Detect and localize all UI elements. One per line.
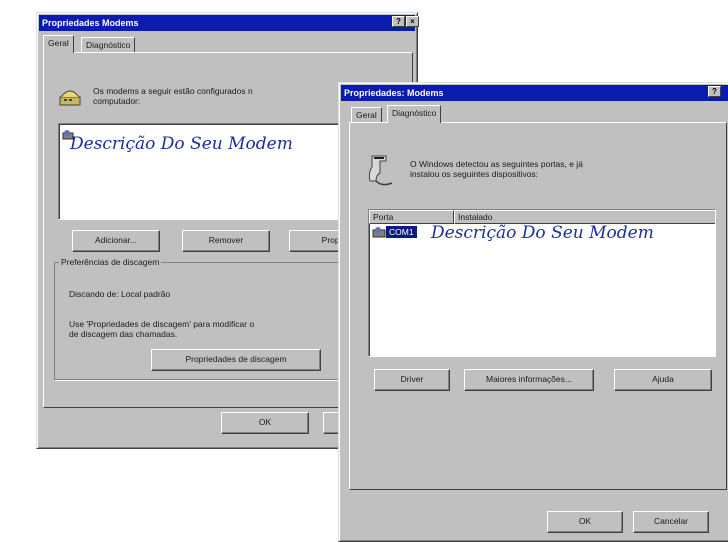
help-button[interactable]: ? [708, 86, 721, 97]
info-text-line2: instalou os seguintes dispositivos: [410, 169, 539, 179]
phone-icon [368, 155, 393, 186]
tab-diagnostics[interactable]: Diagnóstico [387, 105, 442, 123]
table-row[interactable]: COM1 Descrição Do Seu Modem [369, 223, 715, 246]
tab-panel: O Windows detectou as seguintes portas, … [349, 122, 727, 490]
help-button-panel[interactable]: Ajuda [614, 369, 712, 391]
more-info-button[interactable]: Maiores informações... [464, 369, 594, 391]
window-title: Propriedades: Modems [344, 88, 444, 98]
ok-button[interactable]: OK [547, 511, 623, 533]
column-header-port[interactable]: Porta [369, 210, 454, 224]
info-text-line2: computador: [93, 96, 141, 106]
ok-button[interactable]: OK [221, 412, 309, 434]
dialing-from: Discando de: Local padrão [69, 289, 171, 299]
title-bar[interactable]: Propriedades: Modems [341, 85, 728, 101]
group-label: Preferências de discagem [59, 257, 162, 267]
ports-list[interactable]: Porta Instalado COM1 Descrição Do Seu Mo… [368, 209, 716, 357]
use-text-line2: de discagem das chamadas. [69, 329, 178, 339]
cancel-button[interactable]: Cancelar [633, 511, 709, 533]
info-text-line1: O Windows detectou as seguintes portas, … [410, 159, 583, 169]
column-header-installed[interactable]: Instalado [454, 210, 715, 224]
tab-general[interactable]: Geral [351, 107, 382, 123]
tab-diagnostics[interactable]: Diagnóstico [81, 37, 136, 53]
driver-button[interactable]: Driver [374, 369, 450, 391]
info-text-line1: Os modems a seguir estão configurados n [93, 86, 253, 96]
use-text-line1: Use 'Propriedades de discagem' para modi… [69, 319, 255, 329]
modem-description[interactable]: Descrição Do Seu Modem [70, 134, 293, 154]
dialing-properties-button[interactable]: Propriedades de discagem [151, 349, 321, 371]
tab-general[interactable]: Geral [43, 35, 74, 53]
remove-button[interactable]: Remover [182, 230, 270, 252]
window-title: Propriedades Modems [42, 18, 139, 28]
modem-phone-icon [59, 90, 81, 106]
port-cell: COM1 [386, 226, 417, 238]
title-bar[interactable]: Propriedades Modems [39, 15, 415, 31]
installed-cell: Descrição Do Seu Modem [431, 223, 654, 243]
modem-icon [372, 227, 386, 238]
add-button[interactable]: Adicionar... [72, 230, 160, 252]
close-button[interactable]: × [406, 16, 419, 27]
help-button[interactable]: ? [392, 16, 405, 27]
modem-properties-dialog-front: Propriedades: Modems ? Geral Diagnóstico… [338, 82, 728, 542]
